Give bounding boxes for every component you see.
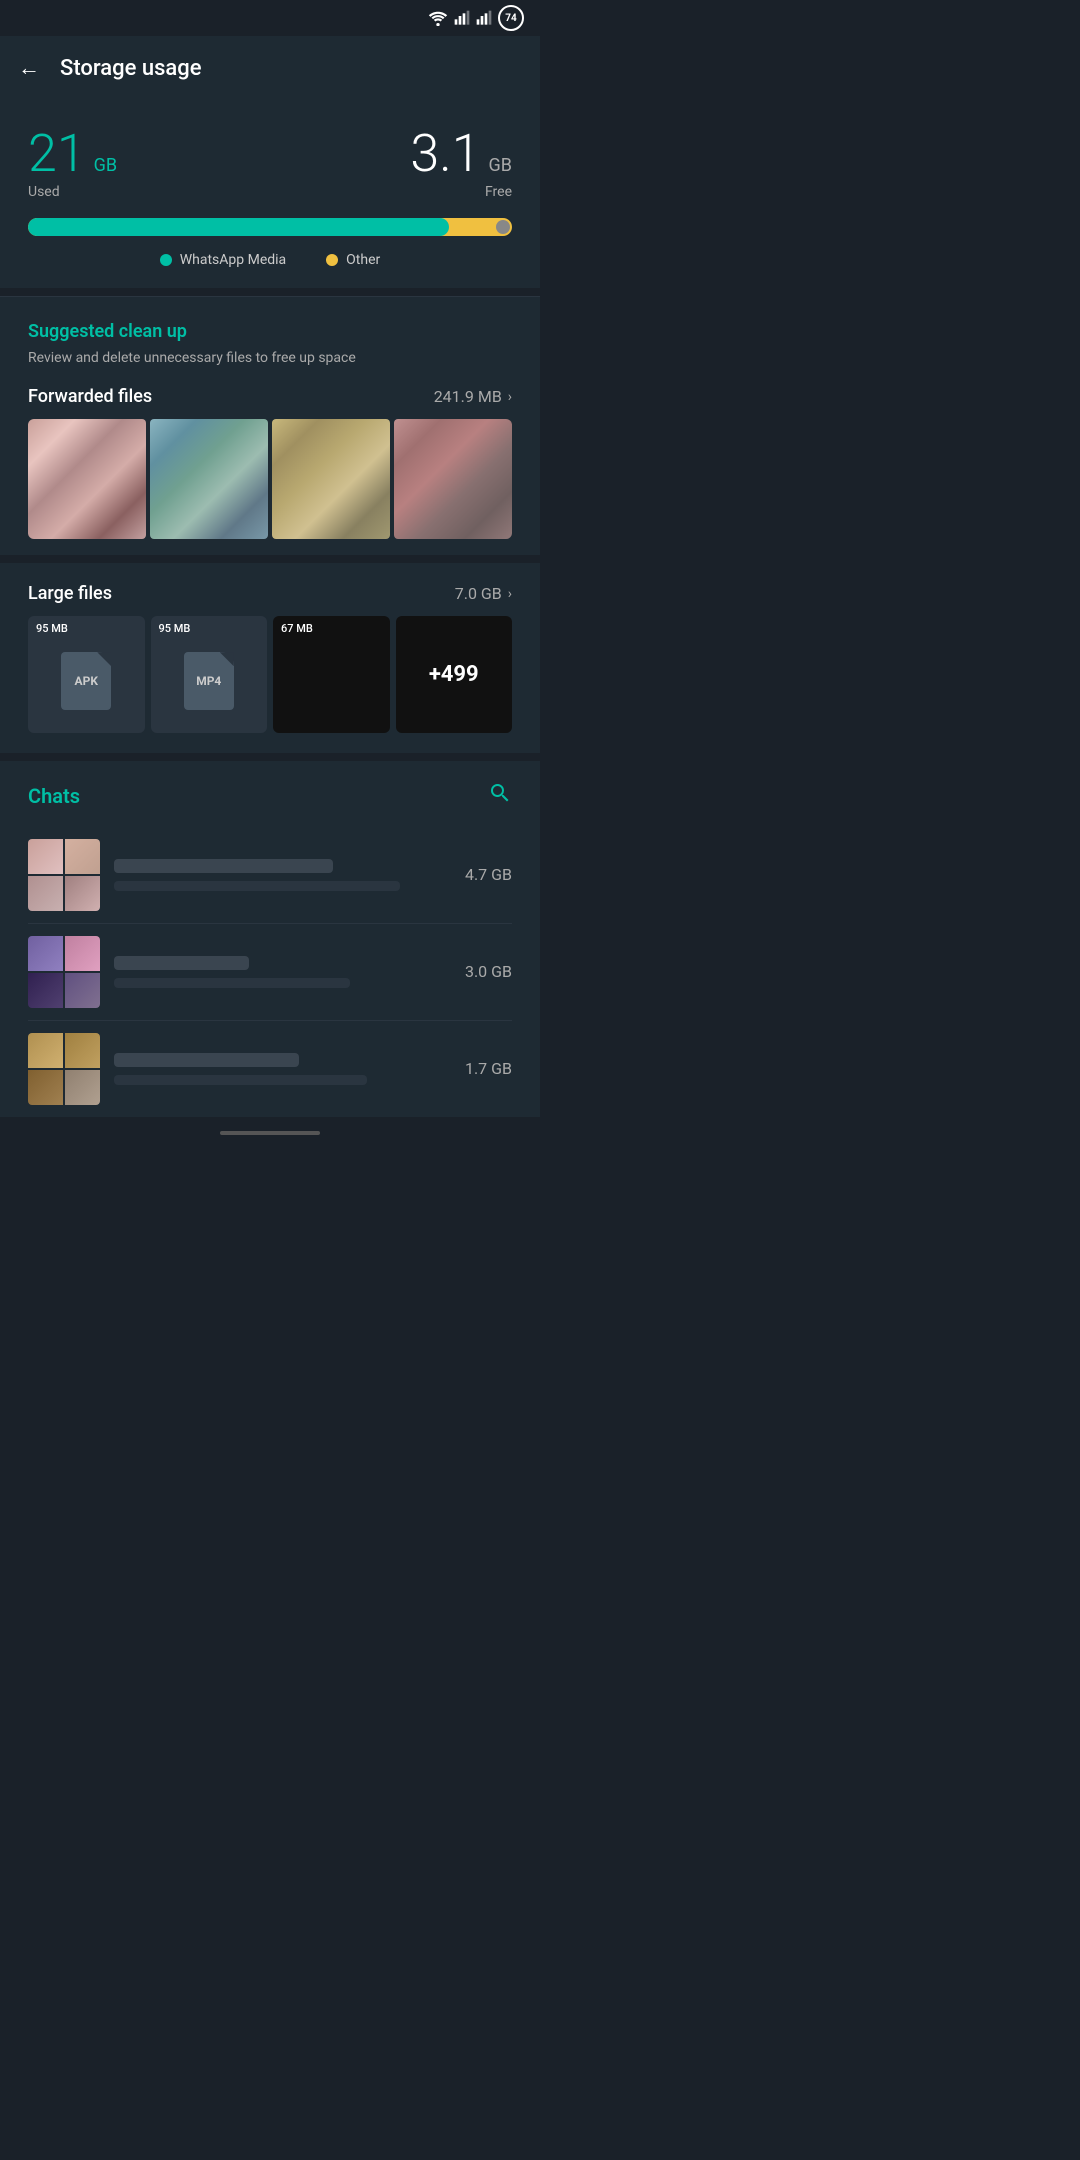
free-label: Free: [485, 184, 512, 200]
large-files-chevron-icon: ›: [508, 586, 512, 602]
storage-legend: WhatsApp Media Other: [28, 252, 512, 268]
suggested-cleanup-title: Suggested clean up: [28, 321, 512, 342]
thumbnail-2[interactable]: [150, 419, 268, 539]
whatsapp-media-dot: [160, 254, 172, 266]
home-indicator: [220, 1131, 320, 1135]
large-files-size: 7.0 GB ›: [455, 584, 512, 603]
avatar-cell: [28, 1033, 63, 1068]
back-button[interactable]: ←: [18, 55, 40, 81]
storage-progress-bar: [28, 218, 512, 236]
avatar-cell: [65, 1033, 100, 1068]
chat-desc-bar-1: [114, 881, 400, 891]
avatar-cell: [28, 973, 63, 1008]
forwarded-files-header[interactable]: Forwarded files 241.9 MB ›: [28, 386, 512, 407]
used-label: Used: [28, 184, 60, 200]
chats-search-button[interactable]: [488, 781, 512, 811]
chats-header: Chats: [28, 781, 512, 811]
status-icons: 74: [428, 5, 524, 31]
thumbnail-4[interactable]: [394, 419, 512, 539]
apk-icon-shape: APK: [61, 652, 111, 710]
used-storage: 21 GB Used: [28, 128, 117, 200]
large-files-header[interactable]: Large files 7.0 GB ›: [28, 583, 512, 604]
free-number: 3.1: [410, 123, 480, 184]
other-dot: [326, 254, 338, 266]
mp4-file-icon: MP4: [184, 652, 234, 710]
chat-item-2[interactable]: 3.0 GB: [28, 924, 512, 1021]
forwarded-files-title: Forwarded files: [28, 386, 152, 407]
chat-avatar-1: [28, 839, 100, 911]
chat-name-bar-1: [114, 859, 333, 873]
free-amount: 3.1 GB: [410, 128, 512, 180]
avatar-cell: [28, 1070, 63, 1105]
avatar-cell: [65, 973, 100, 1008]
large-files-title: Large files: [28, 583, 112, 604]
signal-icon: [454, 10, 470, 26]
chat-size-1: 4.7 GB: [465, 865, 512, 884]
chat-item-1[interactable]: 4.7 GB: [28, 827, 512, 924]
used-amount: 21 GB: [28, 128, 117, 180]
bottom-nav: [0, 1117, 540, 1149]
search-icon: [488, 781, 512, 805]
large-files-size-value: 7.0 GB: [455, 584, 502, 603]
other-label: Other: [346, 252, 380, 268]
file-tile-more[interactable]: +499: [396, 616, 513, 733]
storage-summary: 21 GB Used 3.1 GB Free WhatsApp Media Ot…: [0, 100, 540, 288]
progress-end-dot: [496, 220, 510, 234]
status-bar: 74: [0, 0, 540, 36]
mp4-icon-shape: MP4: [184, 652, 234, 710]
chat-desc-bar-3: [114, 1075, 367, 1085]
chat-info-1: [114, 859, 451, 891]
avatar-cell: [65, 839, 100, 874]
chats-section: Chats 4.7 GB 3.: [0, 761, 540, 1117]
forwarded-files-thumbnails[interactable]: [28, 419, 512, 539]
forwarded-size-value: 241.9 MB: [434, 387, 502, 406]
avatar-cell: [28, 936, 63, 971]
chat-item-3[interactable]: 1.7 GB: [28, 1021, 512, 1117]
chat-desc-bar-2: [114, 978, 350, 988]
apk-file-icon: APK: [61, 652, 111, 710]
signal2-icon: [476, 10, 492, 26]
file-tile-apk[interactable]: 95 MB APK: [28, 616, 145, 733]
legend-other: Other: [326, 252, 380, 268]
file-tile-mp4[interactable]: 95 MB MP4: [151, 616, 268, 733]
app-bar: ← Storage usage: [0, 36, 540, 100]
battery-indicator: 74: [498, 5, 524, 31]
chats-title: Chats: [28, 784, 80, 808]
chat-info-2: [114, 956, 451, 988]
chat-info-3: [114, 1053, 451, 1085]
thumbnail-3[interactable]: [272, 419, 390, 539]
forwarded-chevron-icon: ›: [508, 389, 512, 405]
chat-avatar-2: [28, 936, 100, 1008]
large-files-grid: 95 MB APK 95 MB MP4 67 MB +499: [28, 616, 512, 733]
avatar-cell: [65, 936, 100, 971]
forwarded-files-size: 241.9 MB ›: [434, 387, 512, 406]
thumbnail-1[interactable]: [28, 419, 146, 539]
storage-numbers: 21 GB Used 3.1 GB Free: [28, 128, 512, 200]
chat-size-3: 1.7 GB: [465, 1059, 512, 1078]
used-unit: GB: [94, 155, 117, 176]
chat-size-2: 3.0 GB: [465, 962, 512, 981]
used-progress-fill: [28, 218, 449, 236]
large-files-section: Large files 7.0 GB › 95 MB APK 95 MB MP4: [0, 563, 540, 753]
free-unit: GB: [489, 155, 512, 176]
whatsapp-media-label: WhatsApp Media: [180, 252, 286, 268]
avatar-cell: [65, 876, 100, 911]
used-number: 21: [28, 123, 86, 184]
avatar-cell: [28, 876, 63, 911]
chat-name-bar-2: [114, 956, 249, 970]
free-storage: 3.1 GB Free: [410, 128, 512, 200]
suggested-cleanup-subtitle: Review and delete unnecessary files to f…: [28, 350, 512, 366]
legend-whatsapp-media: WhatsApp Media: [160, 252, 286, 268]
wifi-icon: [428, 10, 448, 26]
chat-avatar-3: [28, 1033, 100, 1105]
suggested-cleanup-section: Suggested clean up Review and delete unn…: [0, 297, 540, 555]
page-title: Storage usage: [60, 56, 202, 81]
chat-name-bar-3: [114, 1053, 299, 1067]
avatar-cell: [28, 839, 63, 874]
avatar-cell: [65, 1070, 100, 1105]
file-tile-dark-1[interactable]: 67 MB: [273, 616, 390, 733]
